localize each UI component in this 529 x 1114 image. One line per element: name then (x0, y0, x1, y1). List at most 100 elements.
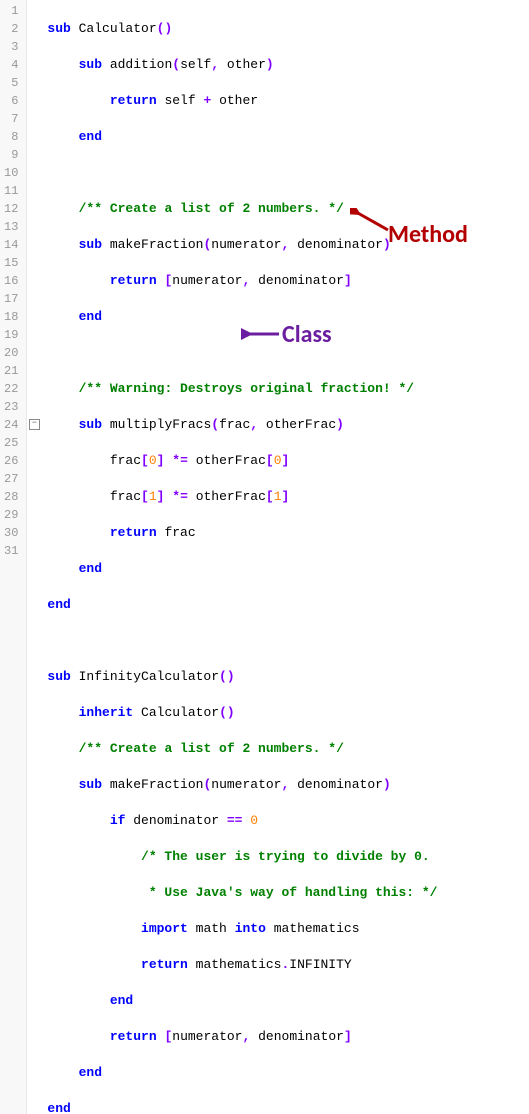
identifier: Calculator (133, 705, 219, 720)
identifier: denominator (258, 1029, 344, 1044)
line-number: 7 (4, 110, 18, 128)
punct: [ (141, 453, 149, 468)
operator: *= (164, 453, 195, 468)
line-number: 31 (4, 542, 18, 560)
punct: ) (383, 777, 391, 792)
keyword: sub (79, 237, 102, 252)
keyword: end (79, 129, 102, 144)
punct: [ (141, 489, 149, 504)
operator: *= (164, 489, 195, 504)
param: numerator (211, 777, 281, 792)
fold-toggle-icon[interactable]: − (29, 419, 40, 430)
line-number: 24 (4, 416, 18, 434)
line-number: 3 (4, 38, 18, 56)
line-number: 20 (4, 344, 18, 362)
punct: () (157, 21, 173, 36)
operator: == (219, 813, 250, 828)
line-number: 18 (4, 308, 18, 326)
keyword: end (47, 597, 70, 612)
keyword: return (141, 957, 188, 972)
line-number: 30 (4, 524, 18, 542)
punct: ] (344, 273, 352, 288)
number: 0 (149, 453, 157, 468)
comment: /** Create a list of 2 numbers. */ (79, 741, 344, 756)
param: denominator (297, 237, 383, 252)
line-number: 29 (4, 506, 18, 524)
keyword: return (110, 93, 157, 108)
comment: /** Create a list of 2 numbers. */ (79, 201, 344, 216)
punct: ] (282, 489, 290, 504)
comment: * Use Java's way of handling this: */ (141, 885, 437, 900)
line-number: 16 (4, 272, 18, 290)
line-number-gutter: 1 2 3 4 5 6 7 8 9 10 11 12 13 14 15 16 1… (0, 0, 27, 1114)
identifier: addition (102, 57, 172, 72)
identifier: denominator (258, 273, 344, 288)
number: 0 (274, 453, 282, 468)
keyword: end (79, 309, 102, 324)
param: denominator (297, 777, 383, 792)
keyword: into (235, 921, 266, 936)
line-number: 10 (4, 164, 18, 182)
code-area[interactable]: sub Calculator() sub addition(self, othe… (41, 0, 437, 1114)
punct: ( (203, 777, 211, 792)
keyword: sub (79, 417, 102, 432)
line-number: 14 (4, 236, 18, 254)
keyword: end (79, 561, 102, 576)
keyword: sub (47, 21, 70, 36)
identifier: otherFrac (196, 489, 266, 504)
punct: , (242, 1029, 250, 1044)
identifier: Calculator (71, 21, 157, 36)
identifier: otherFrac (196, 453, 266, 468)
punct: ) (383, 237, 391, 252)
punct: ( (211, 417, 219, 432)
line-number: 21 (4, 362, 18, 380)
keyword: sub (79, 777, 102, 792)
line-number: 17 (4, 290, 18, 308)
param: other (227, 57, 266, 72)
punct: ] (282, 453, 290, 468)
identifier: numerator (172, 273, 242, 288)
param: numerator (211, 237, 281, 252)
punct: [ (164, 1029, 172, 1044)
line-number: 1 (4, 2, 18, 20)
comment: /** Warning: Destroys original fraction!… (79, 381, 414, 396)
param: otherFrac (266, 417, 336, 432)
keyword: end (110, 993, 133, 1008)
identifier: makeFraction (102, 777, 203, 792)
punct: , (281, 777, 289, 792)
punct: ] (344, 1029, 352, 1044)
identifier: numerator (172, 1029, 242, 1044)
line-number: 4 (4, 56, 18, 74)
identifier: INFINITY (289, 957, 351, 972)
identifier: denominator (133, 813, 219, 828)
keyword: if (110, 813, 126, 828)
identifier: InfinityCalculator (71, 669, 219, 684)
keyword: end (79, 1065, 102, 1080)
line-number: 26 (4, 452, 18, 470)
identifier: mathematics (274, 921, 360, 936)
identifier: math (196, 921, 227, 936)
line-number: 2 (4, 20, 18, 38)
punct: () (219, 705, 235, 720)
keyword: import (141, 921, 188, 936)
punct: . (281, 957, 289, 972)
line-number: 15 (4, 254, 18, 272)
line-number: 6 (4, 92, 18, 110)
comment: /* The user is trying to divide by 0. (141, 849, 430, 864)
param: self (180, 57, 211, 72)
line-number: 22 (4, 380, 18, 398)
keyword: return (110, 1029, 157, 1044)
operator: + (196, 93, 219, 108)
keyword: end (47, 1101, 70, 1114)
identifier: other (219, 93, 258, 108)
number: 0 (250, 813, 258, 828)
code-editor: 1 2 3 4 5 6 7 8 9 10 11 12 13 14 15 16 1… (0, 0, 529, 1114)
line-number: 23 (4, 398, 18, 416)
punct: () (219, 669, 235, 684)
punct: , (250, 417, 258, 432)
number: 1 (274, 489, 282, 504)
line-number: 25 (4, 434, 18, 452)
line-number: 27 (4, 470, 18, 488)
line-number: 11 (4, 182, 18, 200)
identifier: frac (164, 525, 195, 540)
